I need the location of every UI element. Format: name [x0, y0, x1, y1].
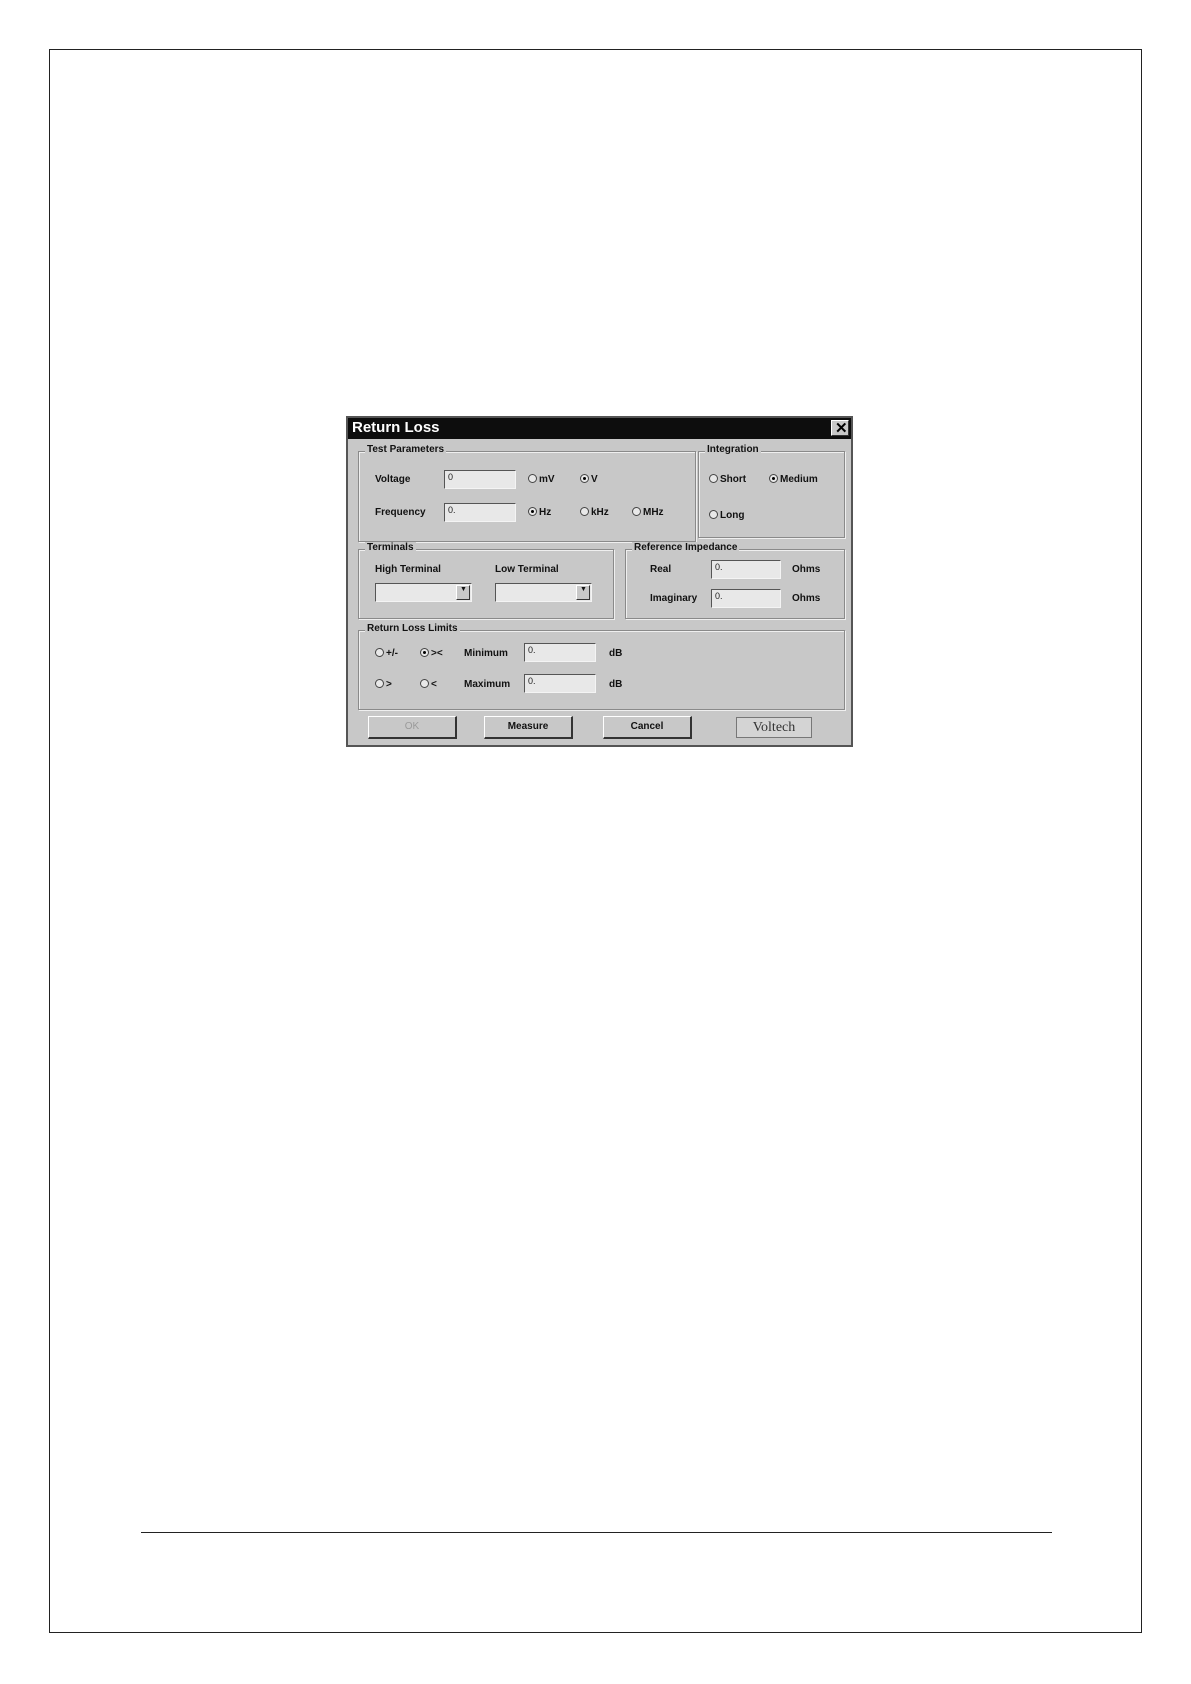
measure-button[interactable]: Measure: [484, 716, 573, 739]
frequency-unit-hz[interactable]: Hz: [528, 507, 551, 518]
real-input[interactable]: 0.: [711, 560, 781, 579]
integration-short[interactable]: Short: [709, 474, 746, 485]
ok-button[interactable]: OK: [368, 716, 457, 739]
real-unit: Ohms: [792, 564, 821, 575]
low-terminal-select[interactable]: ▼: [495, 583, 592, 602]
high-terminal-select[interactable]: ▼: [375, 583, 472, 602]
radio-plus-minus-indicator: [375, 648, 384, 657]
radio-medium-indicator: [769, 474, 778, 483]
page-border: [49, 49, 1142, 1633]
cancel-button[interactable]: Cancel: [603, 716, 692, 739]
frequency-unit-mhz[interactable]: MHz: [632, 507, 664, 518]
voltage-unit-v[interactable]: V: [580, 474, 598, 485]
voltage-label: Voltage: [375, 474, 411, 485]
limit-mode-between[interactable]: ><: [420, 648, 443, 659]
radio-long-indicator: [709, 510, 718, 519]
radio-mv-indicator: [528, 474, 537, 483]
high-terminal-label: High Terminal: [375, 564, 441, 575]
maximum-input[interactable]: 0.: [524, 674, 596, 693]
radio-between-indicator: [420, 648, 429, 657]
close-button[interactable]: ✕: [831, 420, 849, 437]
low-terminal-label: Low Terminal: [495, 564, 559, 575]
imaginary-input[interactable]: 0.: [711, 589, 781, 608]
frequency-input[interactable]: 0.: [444, 503, 516, 522]
imaginary-unit: Ohms: [792, 593, 821, 604]
minimum-input[interactable]: 0.: [524, 643, 596, 662]
limit-mode-less[interactable]: <: [420, 679, 437, 690]
integration-medium[interactable]: Medium: [769, 474, 818, 485]
voltage-unit-mv[interactable]: mV: [528, 474, 555, 485]
radio-khz-indicator: [580, 507, 589, 516]
real-label: Real: [650, 564, 672, 575]
chevron-down-icon[interactable]: ▼: [456, 585, 470, 600]
limit-mode-greater[interactable]: >: [375, 679, 392, 690]
radio-hz-indicator: [528, 507, 537, 516]
frequency-label: Frequency: [375, 507, 426, 518]
radio-less-indicator: [420, 679, 429, 688]
test-parameters-legend: Test Parameters: [365, 444, 447, 455]
limit-mode-plus-minus[interactable]: +/-: [375, 648, 398, 659]
voltech-logo-button[interactable]: Voltech: [736, 717, 812, 738]
radio-mhz-indicator: [632, 507, 641, 516]
terminals-group: Terminals High Terminal ▼ Low Terminal ▼: [358, 542, 614, 619]
imaginary-label: Imaginary: [650, 593, 698, 604]
title-bar: Return Loss ✕: [348, 418, 851, 439]
integration-group: Integration Short Medium Long: [698, 444, 845, 538]
reference-impedance-legend: Reference Impedance: [632, 542, 740, 553]
integration-long[interactable]: Long: [709, 510, 744, 521]
return-loss-limits-legend: Return Loss Limits: [365, 623, 460, 634]
terminals-legend: Terminals: [365, 542, 416, 553]
chevron-down-icon[interactable]: ▼: [576, 585, 590, 600]
return-loss-dialog: Return Loss ✕ Test Parameters Voltage 0 …: [346, 416, 853, 747]
close-icon: ✕: [835, 420, 848, 437]
reference-impedance-group: Reference Impedance Real 0. Ohms Imagina…: [625, 542, 845, 619]
radio-v-indicator: [580, 474, 589, 483]
test-parameters-group: Test Parameters Voltage 0 mV V Frequency…: [358, 444, 696, 542]
footer-rule: [141, 1532, 1052, 1533]
maximum-label: Maximum: [464, 679, 511, 690]
voltage-input[interactable]: 0: [444, 470, 516, 489]
maximum-unit: dB: [609, 679, 623, 690]
dialog-title: Return Loss: [352, 419, 440, 436]
radio-short-indicator: [709, 474, 718, 483]
frequency-unit-khz[interactable]: kHz: [580, 507, 609, 518]
minimum-label: Minimum: [464, 648, 508, 659]
minimum-unit: dB: [609, 648, 623, 659]
integration-legend: Integration: [705, 444, 761, 455]
return-loss-limits-group: Return Loss Limits +/- >< > < Minimum 0.…: [358, 623, 845, 710]
radio-greater-indicator: [375, 679, 384, 688]
